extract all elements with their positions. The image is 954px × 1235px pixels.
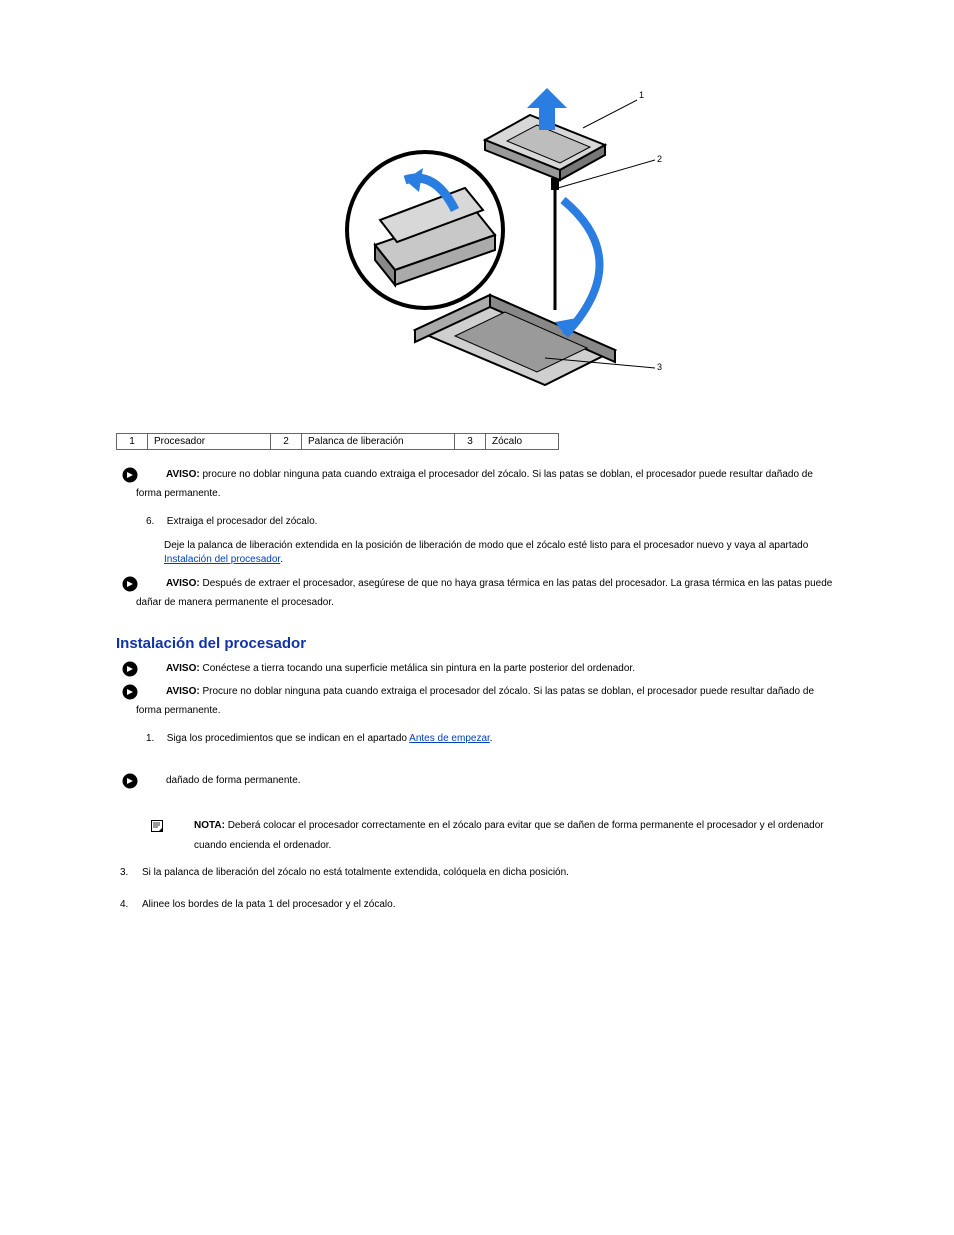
callout-1: 1 — [639, 90, 644, 100]
callout-3: 3 — [657, 362, 662, 372]
notice-text: procure no doblar ninguna pata cuando ex… — [200, 469, 813, 480]
step-6-followup: Deje la palanca de liberación extendida … — [164, 539, 854, 567]
notice-bent-pins: AVISO: procure no doblar ninguna pata cu… — [122, 468, 854, 483]
legend-1-label: Procesador — [148, 434, 271, 450]
note-icon — [150, 819, 164, 833]
notice-icon — [122, 576, 138, 592]
notice-icon — [122, 773, 138, 789]
processor-removal-diagram: 1 2 3 — [116, 60, 854, 403]
callout-2: 2 — [657, 154, 662, 164]
legend-3-label: Zócalo — [486, 434, 559, 450]
diagram-legend-table: 1 Procesador 2 Palanca de liberación 3 Z… — [116, 433, 559, 450]
step-3: 3.Si la palanca de liberación del zócalo… — [120, 866, 854, 880]
step-6: 6. Extraiga el procesador del zócalo. — [146, 515, 854, 529]
notice2-cont: dañar de manera permanente el procesador… — [136, 596, 854, 610]
notice-ground-yourself: AVISO: Conéctese a tierra tocando una su… — [122, 662, 854, 677]
notice-icon — [122, 467, 138, 483]
step-1: 1. Siga los procedimientos que se indica… — [146, 732, 854, 746]
notice-icon — [122, 684, 138, 700]
heading-instalacion-procesador: Instalación del procesador — [116, 635, 854, 652]
link-instalacion-procesador[interactable]: Instalación del procesador — [164, 554, 280, 565]
notice-cont: forma permanente. — [136, 487, 854, 501]
legend-2-label: Palanca de liberación — [302, 434, 455, 450]
legend-2-num: 2 — [271, 434, 302, 450]
step-4: 4.Alinee los bordes de la pata 1 del pro… — [120, 898, 854, 912]
legend-3-num: 3 — [455, 434, 486, 450]
notice-icon — [122, 661, 138, 677]
notice-orient-processor: dañado de forma permanente. — [122, 774, 854, 789]
notice4-cont: forma permanente. — [136, 704, 854, 718]
note-place-correctly: NOTA: Deberá colocar el procesador corre… — [150, 819, 854, 833]
link-antes-empezar[interactable]: Antes de empezar — [409, 733, 490, 744]
note1-cont: cuando encienda el ordenador. — [194, 839, 854, 853]
notice-lead: AVISO: — [166, 469, 200, 480]
notice-thermal-grease: AVISO: Después de extraer el procesador,… — [122, 577, 854, 592]
notice-bent-pins-2: AVISO: Procure no doblar ninguna pata cu… — [122, 685, 854, 700]
diagram-svg — [315, 60, 655, 400]
legend-1-num: 1 — [117, 434, 148, 450]
